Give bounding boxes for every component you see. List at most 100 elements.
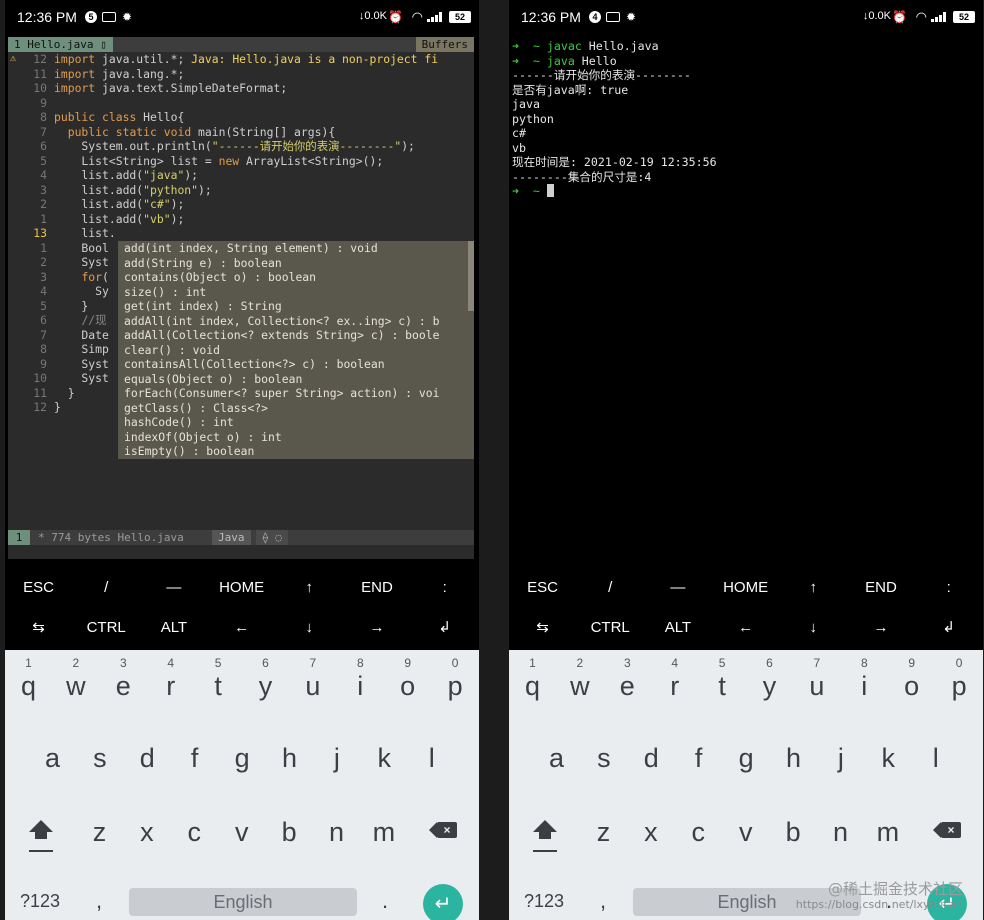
completion-item[interactable]: indexOf(Object o) : int [124, 430, 282, 445]
extra-key-home[interactable]: HOME [208, 568, 275, 608]
extra-key-alt[interactable]: ALT [140, 608, 207, 648]
completion-item[interactable]: hashCode() : int [124, 415, 234, 430]
extra-key-home[interactable]: HOME [712, 568, 779, 608]
key-i[interactable]: 8i [337, 650, 384, 710]
key-t[interactable]: 5t [699, 650, 746, 710]
backspace-key[interactable]: × [933, 820, 965, 840]
period-key[interactable]: . [373, 886, 397, 916]
key-h[interactable]: h [266, 734, 313, 794]
key-s[interactable]: s [580, 734, 627, 794]
key-d[interactable]: d [628, 734, 675, 794]
key-g[interactable]: g [723, 734, 770, 794]
completion-item[interactable]: addAll(int index, Collection<? ex..ing> … [124, 314, 439, 329]
completion-item[interactable]: addAll(Collection<? extends String> c) :… [124, 328, 439, 343]
completion-item[interactable]: isEmpty() : boolean [124, 444, 254, 459]
key-z[interactable]: z [580, 808, 627, 868]
extra-key-[interactable]: ⇆ [5, 608, 72, 648]
key-m[interactable]: m [864, 808, 911, 868]
extra-key-alt[interactable]: ALT [644, 608, 711, 648]
key-v[interactable]: v [218, 808, 265, 868]
extra-key-[interactable]: ← [208, 608, 275, 648]
extra-key-[interactable]: → [344, 608, 411, 648]
key-s[interactable]: s [76, 734, 123, 794]
key-n[interactable]: n [313, 808, 360, 868]
extra-key-[interactable]: : [411, 568, 478, 608]
key-f[interactable]: f [675, 734, 722, 794]
completion-item[interactable]: get(int index) : String [124, 299, 282, 314]
extra-key-ctrl[interactable]: CTRL [577, 608, 644, 648]
extra-key-[interactable]: — [140, 568, 207, 608]
completion-popup[interactable]: add(int index, String element) : void add… [118, 241, 474, 459]
completion-item[interactable]: clear() : void [124, 343, 220, 358]
terminal-output[interactable]: ➜ ~ javac Hello.java ➜ ~ java Hello ------… [512, 37, 978, 559]
key-w[interactable]: 2w [52, 650, 99, 710]
extra-key-[interactable]: / [577, 568, 644, 608]
completion-item[interactable]: forEach(Consumer<? super String> action)… [124, 386, 439, 401]
completion-item[interactable]: equals(Object o) : boolean [124, 372, 302, 387]
extra-key-[interactable]: ↑ [276, 568, 343, 608]
key-i[interactable]: 8i [841, 650, 888, 710]
tab-hello-java[interactable]: 1 Hello.java ▯ [8, 37, 113, 52]
key-c[interactable]: c [675, 808, 722, 868]
extra-key-[interactable]: ↲ [915, 608, 982, 648]
space-bar[interactable]: English [129, 888, 357, 916]
key-o[interactable]: 9o [384, 650, 431, 710]
key-j[interactable]: j [817, 734, 864, 794]
comma-key[interactable]: , [591, 886, 615, 916]
key-y[interactable]: 6y [242, 650, 289, 710]
completion-item[interactable]: size() : int [124, 285, 206, 300]
extra-key-[interactable]: ← [712, 608, 779, 648]
key-d[interactable]: d [124, 734, 171, 794]
key-v[interactable]: v [722, 808, 769, 868]
key-p[interactable]: 0p [936, 650, 983, 710]
shift-key[interactable] [21, 818, 61, 858]
key-u[interactable]: 7u [793, 650, 840, 710]
completion-item[interactable]: getClass() : Class<?> [124, 401, 268, 416]
extra-key-[interactable]: → [848, 608, 915, 648]
key-r[interactable]: 4r [147, 650, 194, 710]
key-l[interactable]: l [408, 734, 455, 794]
key-x[interactable]: x [627, 808, 674, 868]
key-k[interactable]: k [865, 734, 912, 794]
vim-editor[interactable]: 1 Hello.java ▯ Buffers ⚠ 12 import java.ut… [8, 37, 474, 559]
key-l[interactable]: l [912, 734, 959, 794]
key-q[interactable]: 1q [5, 650, 52, 710]
enter-key[interactable]: ↵ [423, 884, 463, 920]
extra-key-end[interactable]: END [848, 568, 915, 608]
key-e[interactable]: 3e [100, 650, 147, 710]
backspace-key[interactable]: × [429, 820, 461, 840]
key-t[interactable]: 5t [195, 650, 242, 710]
extra-key-[interactable]: — [644, 568, 711, 608]
extra-key-[interactable]: ↑ [780, 568, 847, 608]
completion-item[interactable]: add(int index, String element) : void [124, 241, 378, 256]
key-n[interactable]: n [817, 808, 864, 868]
key-m[interactable]: m [360, 808, 407, 868]
key-h[interactable]: h [770, 734, 817, 794]
key-a[interactable]: a [533, 734, 580, 794]
extra-key-[interactable]: : [915, 568, 982, 608]
extra-key-[interactable]: / [73, 568, 140, 608]
comma-key[interactable]: , [87, 886, 111, 916]
symbols-key[interactable]: ?123 [15, 886, 65, 916]
key-f[interactable]: f [171, 734, 218, 794]
key-a[interactable]: a [29, 734, 76, 794]
completion-item[interactable]: add(String e) : boolean [124, 256, 282, 271]
extra-key-[interactable]: ↓ [780, 608, 847, 648]
key-b[interactable]: b [770, 808, 817, 868]
completion-item[interactable]: containsAll(Collection<?> c) : boolean [124, 357, 385, 372]
key-u[interactable]: 7u [289, 650, 336, 710]
extra-key-esc[interactable]: ESC [509, 568, 576, 608]
key-j[interactable]: j [313, 734, 360, 794]
key-k[interactable]: k [361, 734, 408, 794]
shift-key[interactable] [525, 818, 565, 858]
extra-key-[interactable]: ↲ [411, 608, 478, 648]
key-e[interactable]: 3e [604, 650, 651, 710]
extra-key-[interactable]: ⇆ [509, 608, 576, 648]
symbols-key[interactable]: ?123 [519, 886, 569, 916]
key-w[interactable]: 2w [556, 650, 603, 710]
key-r[interactable]: 4r [651, 650, 698, 710]
extra-key-end[interactable]: END [344, 568, 411, 608]
key-z[interactable]: z [76, 808, 123, 868]
popup-scrollbar[interactable] [468, 241, 474, 311]
completion-item[interactable]: contains(Object o) : boolean [124, 270, 316, 285]
